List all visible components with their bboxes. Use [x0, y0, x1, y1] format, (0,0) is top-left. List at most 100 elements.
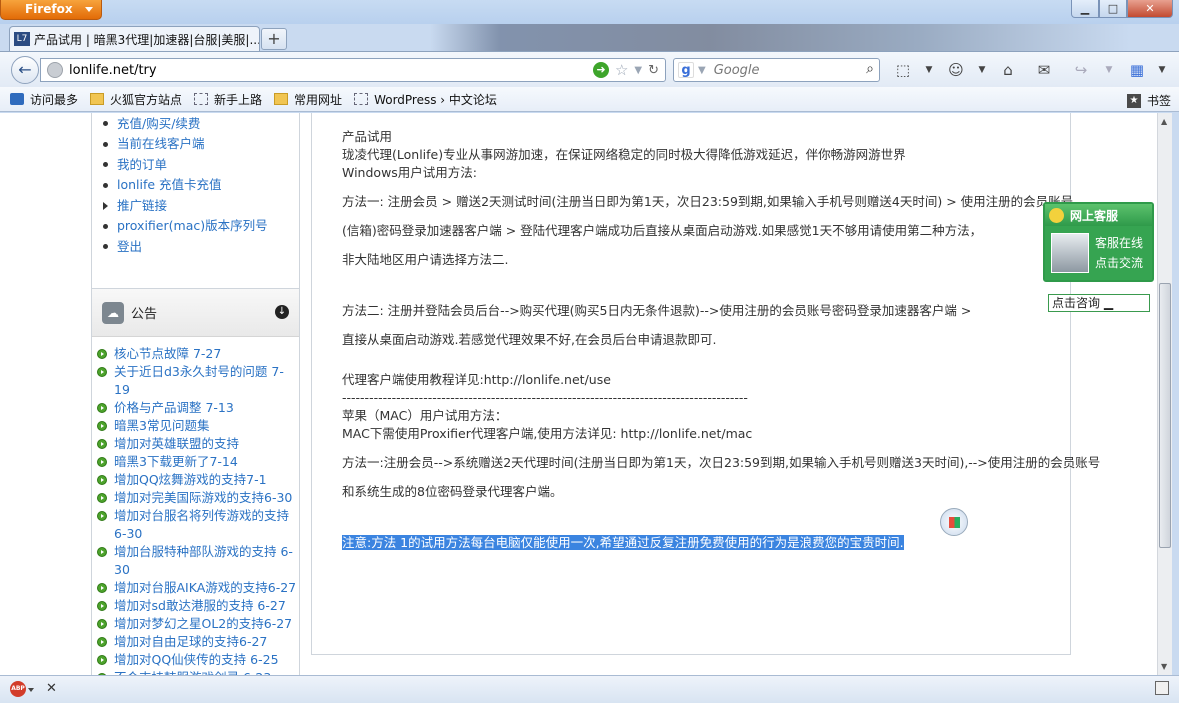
resize-grip-icon[interactable] — [1155, 681, 1169, 695]
collapse-arrow-icon[interactable]: ↓ — [275, 305, 289, 319]
share-dropdown-icon[interactable]: ▼ — [1099, 60, 1119, 80]
news-item[interactable]: 价格与产品调整 7-13 — [97, 399, 299, 417]
news-item[interactable]: 增加QQ炫舞游戏的支持7-1 — [97, 471, 299, 489]
scroll-down-icon[interactable]: ▼ — [1161, 662, 1167, 671]
screenshot-dropdown-icon[interactable]: ▼ — [919, 60, 939, 80]
addon-dropdown-icon[interactable]: ▼ — [972, 60, 992, 80]
service-text: 客服在线 点击交流 — [1095, 233, 1143, 273]
bullet-icon — [103, 244, 108, 250]
maximize-button[interactable]: □ — [1099, 0, 1127, 18]
sidebar-menu-item[interactable]: 充值/购买/续费 — [103, 114, 268, 135]
service-action-link[interactable]: 点击交流 — [1095, 253, 1143, 273]
news-bullet-icon — [97, 601, 107, 611]
adblock-dropdown-icon[interactable] — [28, 688, 34, 692]
addons-grid-icon[interactable]: ▦ — [1127, 60, 1147, 80]
service-body[interactable]: 客服在线 点击交流 — [1045, 226, 1152, 280]
window-background-image — [430, 24, 1130, 51]
service-header: 网上客服 — [1045, 204, 1152, 226]
bookmark-wordpress[interactable]: WordPress › 中文论坛 — [354, 91, 497, 108]
adblock-icon[interactable]: ABP — [10, 681, 26, 697]
news-item-label: 价格与产品调整 7-13 — [114, 400, 234, 415]
bookmark-common-sites[interactable]: 常用网址 — [274, 91, 342, 108]
news-item[interactable]: 增加对台服AIKA游戏的支持6-27 — [97, 579, 299, 597]
page-icon — [354, 93, 369, 105]
news-item[interactable]: 增加对QQ仙侠传的支持 6-25 — [97, 651, 299, 669]
spacer-line — [342, 360, 1062, 371]
addon-face-icon[interactable]: ☺ — [946, 60, 966, 80]
scrollbar-thumb[interactable] — [1159, 283, 1171, 548]
search-bar[interactable]: g ▼ Google ⌕ — [673, 58, 880, 82]
floating-widget-icon[interactable] — [940, 508, 968, 536]
consult-input[interactable]: 点击咨询 ▁ — [1048, 294, 1150, 312]
online-service-widget[interactable]: 网上客服 客服在线 点击交流 — [1043, 202, 1154, 282]
history-dropdown-icon[interactable]: ▼ — [634, 65, 642, 76]
tab-bar: L7 产品试用 | 暗黑3代理|加速器|台服|美服|... + — [0, 24, 1179, 51]
close-window-button[interactable]: ✕ — [1127, 0, 1173, 18]
content-text: Windows用户试用方法: — [342, 165, 478, 180]
go-arrow-icon[interactable]: ➜ — [592, 62, 609, 78]
sidebar-menu-item[interactable]: 当前在线客户端 — [103, 134, 268, 155]
google-logo-icon[interactable]: g — [678, 62, 694, 78]
bookmark-most-visited[interactable]: 访问最多 — [10, 91, 78, 108]
content-text: 方法二: 注册并登陆会员后台-->购买代理(购买5日内无条件退款)-->使用注册… — [342, 303, 972, 318]
news-item[interactable]: 暗黑3常见问题集 — [97, 417, 299, 435]
bookmark-firefox-site[interactable]: 火狐官方站点 — [90, 91, 182, 108]
content-text[interactable]: MAC下需使用Proxifier代理客户端,使用方法详见: http://lon… — [342, 426, 752, 441]
close-addon-bar-icon[interactable]: ✕ — [46, 681, 57, 696]
news-item[interactable]: 增加对台服名将列传游戏的支持 6-30 — [97, 507, 299, 543]
mail-icon[interactable]: ✉ — [1034, 60, 1054, 80]
share-icon[interactable]: ↪ — [1071, 60, 1091, 80]
content-line: ----------------------------------------… — [342, 389, 1062, 407]
spacer-line — [342, 320, 1062, 331]
chevron-down-icon — [85, 7, 93, 12]
url-bar[interactable]: lonlife.net/try ➜ ☆ ▼ ↻ — [40, 58, 666, 82]
screenshot-tool-icon[interactable]: ⬚ — [893, 60, 913, 80]
news-item[interactable]: 增加台服特种部队游戏的支持 6-30 — [97, 543, 299, 579]
firefox-menu-button[interactable]: Firefox — [0, 0, 102, 20]
content-text[interactable]: 代理客户端使用教程详见:http://lonlife.net/use — [342, 372, 611, 387]
news-item[interactable]: 增加对完美国际游戏的支持6-30 — [97, 489, 299, 507]
scroll-up-icon[interactable]: ▲ — [1161, 117, 1167, 126]
news-bullet-icon — [97, 655, 107, 665]
bookmark-getting-started[interactable]: 新手上路 — [194, 91, 262, 108]
article-content: 产品试用 珑凌代理(Lonlife)专业从事网游加速，在保证网络稳定的同时极大得降… — [342, 128, 1100, 552]
menu-dropdown-icon[interactable]: ▼ — [1152, 60, 1172, 80]
vertical-scrollbar[interactable]: ▲ ▼ — [1157, 113, 1172, 675]
search-engine-dropdown-icon[interactable]: ▼ — [698, 65, 706, 76]
sidebar-menu-item[interactable]: 登出 — [103, 237, 268, 258]
content-line: 代理客户端使用教程详见:http://lonlife.net/use — [342, 371, 1062, 389]
site-favicon-icon: L7 — [14, 32, 30, 46]
new-tab-button[interactable]: + — [261, 28, 287, 50]
sidebar-menu-item[interactable]: 推广链接 — [103, 196, 268, 217]
minimize-button[interactable]: ▁ — [1071, 0, 1099, 18]
news-item-label: 增加对英雄联盟的支持 — [114, 436, 240, 451]
bullet-icon — [103, 182, 108, 188]
news-item[interactable]: 暗黑3下载更新了7-14 — [97, 453, 299, 471]
spacer-line — [342, 472, 1062, 483]
home-icon[interactable]: ⌂ — [998, 60, 1018, 80]
sidebar-menu-item[interactable]: proxifier(mac)版本序列号 — [103, 216, 268, 237]
news-item[interactable]: 核心节点故障 7-27 — [97, 345, 299, 363]
sidebar-menu-item[interactable]: 我的订单 — [103, 155, 268, 176]
news-item[interactable]: 增加对梦幻之星OL2的支持6-27 — [97, 615, 299, 633]
url-bar-icons: ➜ ☆ ▼ ↻ — [592, 61, 659, 79]
magnifier-icon[interactable]: ⌕ — [866, 61, 874, 77]
content-text: 非大陆地区用户请选择方法二. — [342, 252, 509, 267]
reload-icon[interactable]: ↻ — [648, 63, 659, 78]
bookmarks-menu-button[interactable]: ★ 书签 — [1126, 92, 1171, 109]
news-item[interactable]: 增加对自由足球的支持6-27 — [97, 633, 299, 651]
content-text: 注意:方法 1的试用方法每台电脑仅能使用一次,希望通过反复注册免费使用的行为是浪… — [342, 535, 904, 550]
content-line: 方法一:注册会员-->系统赠送2天代理时间(注册当日即为第1天，次日23:59到… — [342, 454, 1100, 472]
sidebar-menu-item[interactable]: lonlife 充值卡充值 — [103, 175, 268, 196]
account-menu: 我的加速器账号充值/购买/续费当前在线客户端我的订单lonlife 充值卡充值推… — [103, 113, 268, 257]
bookmark-star-icon[interactable]: ☆ — [615, 61, 628, 79]
news-item[interactable]: 增加对sd敢达港服的支持 6-27 — [97, 597, 299, 615]
back-button[interactable]: ← — [11, 56, 39, 84]
tab-active[interactable]: L7 产品试用 | 暗黑3代理|加速器|台服|美服|... — [9, 26, 260, 51]
sidebar-menu-label: proxifier(mac)版本序列号 — [117, 218, 268, 233]
search-input[interactable]: Google — [714, 63, 760, 78]
news-item[interactable]: 关于近日d3永久封号的问题 7-19 — [97, 363, 299, 399]
content-line: 注意:方法 1的试用方法每台电脑仅能使用一次,希望通过反复注册免费使用的行为是浪… — [342, 534, 1062, 552]
content-text: (信箱)密码登录加速器客户端 > 登陆代理客户端成功后直接从桌面启动游戏.如果感… — [342, 223, 983, 238]
news-item[interactable]: 增加对英雄联盟的支持 — [97, 435, 299, 453]
